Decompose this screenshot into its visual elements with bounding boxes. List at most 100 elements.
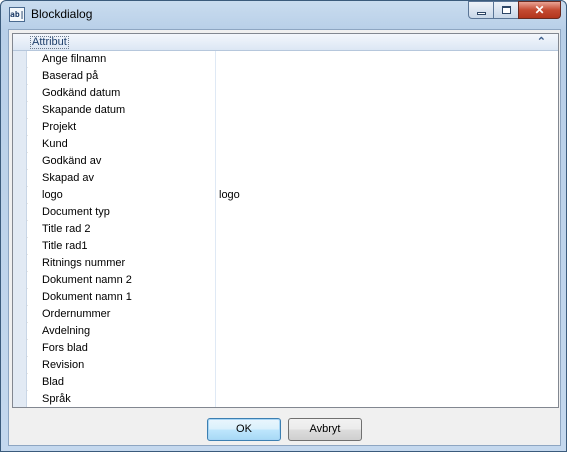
property-name: Projekt xyxy=(28,119,215,136)
row-margin xyxy=(13,272,27,289)
row-margin xyxy=(13,340,27,357)
ok-button[interactable]: OK xyxy=(207,418,281,441)
property-name: Kund xyxy=(28,136,215,153)
property-row[interactable]: Projekt xyxy=(13,119,558,136)
property-name: Fors blad xyxy=(28,340,215,357)
close-button[interactable]: ✕ xyxy=(518,1,561,19)
property-value[interactable] xyxy=(216,102,558,119)
row-margin xyxy=(13,255,27,272)
minimize-button[interactable] xyxy=(468,1,494,19)
property-row[interactable]: Dokument namn 2 xyxy=(13,272,558,289)
row-margin xyxy=(13,136,27,153)
row-margin xyxy=(13,51,27,68)
minimize-icon xyxy=(477,12,486,15)
property-row[interactable]: Kund xyxy=(13,136,558,153)
property-value[interactable] xyxy=(216,170,558,187)
property-row[interactable]: Ritnings nummer xyxy=(13,255,558,272)
category-row[interactable]: Attribut ⌃ xyxy=(13,34,558,51)
property-value[interactable] xyxy=(216,68,558,85)
property-row[interactable]: Title rad 2 xyxy=(13,221,558,238)
property-row[interactable]: Godkänd datum xyxy=(13,85,558,102)
property-value[interactable] xyxy=(216,238,558,255)
property-value[interactable]: logo xyxy=(216,187,558,204)
property-value[interactable] xyxy=(216,340,558,357)
property-name: Skapande datum xyxy=(28,102,215,119)
row-margin xyxy=(13,306,27,323)
property-row[interactable]: Title rad1 xyxy=(13,238,558,255)
property-value[interactable] xyxy=(216,204,558,221)
caption-buttons: ✕ xyxy=(468,1,561,20)
property-rows: Ange filnamn Baserad på Godkänd datum Skapa… xyxy=(13,51,558,407)
property-row[interactable]: Ange filnamn xyxy=(13,51,558,68)
property-value[interactable] xyxy=(216,357,558,374)
property-grid[interactable]: Attribut ⌃ Ange filnamn Baserad på Godkänd… xyxy=(12,33,559,408)
category-label: Attribut xyxy=(30,36,69,49)
property-value[interactable] xyxy=(216,119,558,136)
property-row[interactable]: Avdelning xyxy=(13,323,558,340)
dialog-window: ab| Blockdialog ✕ Attribut ⌃ Ange filnam… xyxy=(0,0,567,452)
property-row[interactable]: Språk xyxy=(13,391,558,407)
property-value[interactable] xyxy=(216,51,558,68)
row-margin xyxy=(13,102,27,119)
row-margin xyxy=(13,170,27,187)
property-row[interactable]: Skapande datum xyxy=(13,102,558,119)
property-row[interactable]: Baserad på xyxy=(13,68,558,85)
row-margin xyxy=(13,119,27,136)
property-value[interactable] xyxy=(216,306,558,323)
property-name: Ordernummer xyxy=(28,306,215,323)
row-margin xyxy=(13,374,27,391)
property-value[interactable] xyxy=(216,136,558,153)
property-name: Title rad1 xyxy=(28,238,215,255)
row-margin xyxy=(13,85,27,102)
property-value[interactable] xyxy=(216,85,558,102)
collapse-chevron-icon[interactable]: ⌃ xyxy=(537,35,546,48)
property-name: Språk xyxy=(28,391,215,407)
property-name: Document typ xyxy=(28,204,215,221)
maximize-icon xyxy=(502,6,511,14)
title-bar[interactable]: ab| Blockdialog ✕ xyxy=(1,1,566,29)
property-value[interactable] xyxy=(216,255,558,272)
property-name: Blad xyxy=(28,374,215,391)
property-row[interactable]: logo logo xyxy=(13,187,558,204)
property-value[interactable] xyxy=(216,323,558,340)
property-name: Avdelning xyxy=(28,323,215,340)
property-name: Ritnings nummer xyxy=(28,255,215,272)
property-row[interactable]: Godkänd av xyxy=(13,153,558,170)
text-field-icon: ab| xyxy=(9,7,25,22)
row-margin xyxy=(13,68,27,85)
property-value[interactable] xyxy=(216,221,558,238)
property-row[interactable]: Document typ xyxy=(13,204,558,221)
property-value[interactable] xyxy=(216,391,558,407)
row-margin xyxy=(13,391,27,407)
property-row[interactable]: Skapad av xyxy=(13,170,558,187)
property-row[interactable]: Blad xyxy=(13,374,558,391)
property-value[interactable] xyxy=(216,272,558,289)
dialog-client-area: Attribut ⌃ Ange filnamn Baserad på Godkänd… xyxy=(8,29,561,446)
property-name: logo xyxy=(28,187,215,204)
property-row[interactable]: Ordernummer xyxy=(13,306,558,323)
property-name: Revision xyxy=(28,357,215,374)
property-name: Skapad av xyxy=(28,170,215,187)
property-name: Baserad på xyxy=(28,68,215,85)
cancel-button[interactable]: Avbryt xyxy=(288,418,362,441)
row-margin xyxy=(13,153,27,170)
row-margin xyxy=(13,323,27,340)
property-row[interactable]: Revision xyxy=(13,357,558,374)
property-name: Ange filnamn xyxy=(28,51,215,68)
property-name: Title rad 2 xyxy=(28,221,215,238)
row-margin xyxy=(13,238,27,255)
property-name: Dokument namn 2 xyxy=(28,272,215,289)
property-value[interactable] xyxy=(216,374,558,391)
property-value[interactable] xyxy=(216,153,558,170)
property-value[interactable] xyxy=(216,289,558,306)
row-margin xyxy=(13,221,27,238)
property-name: Godkänd av xyxy=(28,153,215,170)
property-row[interactable]: Fors blad xyxy=(13,340,558,357)
property-row[interactable]: Dokument namn 1 xyxy=(13,289,558,306)
row-margin xyxy=(13,187,27,204)
property-name: Dokument namn 1 xyxy=(28,289,215,306)
row-margin xyxy=(13,357,27,374)
close-icon: ✕ xyxy=(534,3,545,17)
maximize-button[interactable] xyxy=(493,1,519,19)
property-name: Godkänd datum xyxy=(28,85,215,102)
